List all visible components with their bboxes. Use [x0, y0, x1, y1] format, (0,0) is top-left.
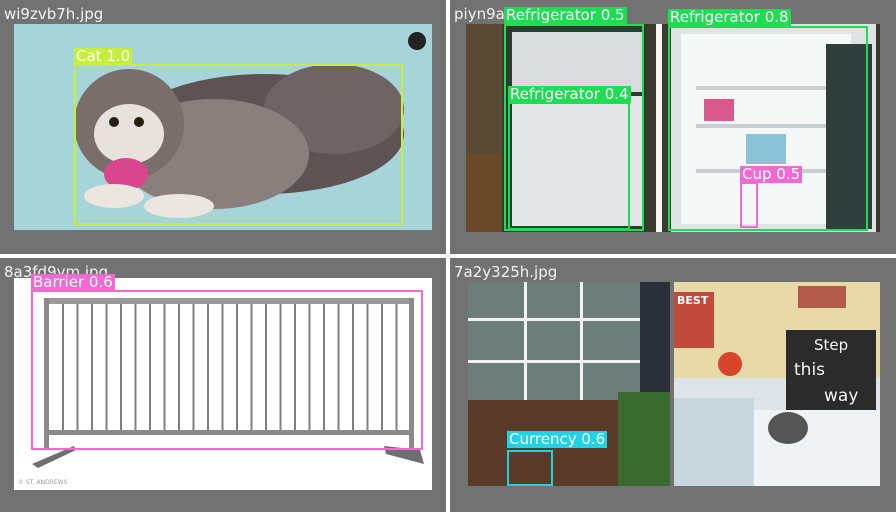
- storefront-illustration: [468, 282, 670, 486]
- filename-label: 7a2y325h.jpg: [454, 263, 558, 281]
- chalkboard-text-2: this: [794, 360, 826, 380]
- detection-label-currency: Currency 0.6: [507, 430, 608, 448]
- detection-box-cat[interactable]: [74, 64, 403, 225]
- image-tile-3[interactable]: 8a3fd9ym.jpg © ST. ANDREWS Barrier 0.6: [0, 258, 446, 512]
- image-tile-1[interactable]: wi9zvb7h.jpg Cat 1.0: [0, 0, 446, 254]
- detection-label-refrigerator-3: Refrigerator 0.4: [508, 85, 631, 103]
- kitchen-photo: BEST Step this way: [674, 282, 880, 486]
- chalkboard-text-3: way: [824, 386, 859, 406]
- kitchen-illustration: [674, 286, 880, 486]
- detection-label-refrigerator-1: Refrigerator 0.5: [504, 6, 627, 24]
- detection-label-barrier: Barrier 0.6: [31, 273, 115, 291]
- filename-label: wi9zvb7h.jpg: [4, 5, 104, 23]
- watermark-text: © ST. ANDREWS: [18, 479, 68, 486]
- detection-box-refrigerator-2[interactable]: [668, 26, 868, 231]
- detection-label-cat: Cat 1.0: [74, 47, 133, 65]
- detection-label-refrigerator-2: Refrigerator 0.8: [668, 8, 791, 26]
- detection-box-refrigerator-3[interactable]: [508, 102, 630, 230]
- detection-box-barrier[interactable]: [31, 290, 423, 450]
- image-tile-4[interactable]: 7a2y325h.jpg BEST Step this way Currency…: [450, 258, 896, 512]
- storefront-photo: [468, 282, 670, 486]
- logo-icon: [408, 32, 426, 50]
- detection-box-currency[interactable]: [507, 450, 553, 486]
- chalkboard-text-1: Step: [814, 336, 849, 354]
- filename-label: piyn9a: [454, 5, 505, 23]
- detection-label-cup: Cup 0.5: [740, 165, 803, 183]
- detection-box-cup[interactable]: [740, 182, 758, 228]
- image-tile-2[interactable]: piyn9a Refrigerator 0.5 Refrigerator 0.8…: [450, 0, 896, 254]
- poster-text: BEST: [677, 294, 709, 307]
